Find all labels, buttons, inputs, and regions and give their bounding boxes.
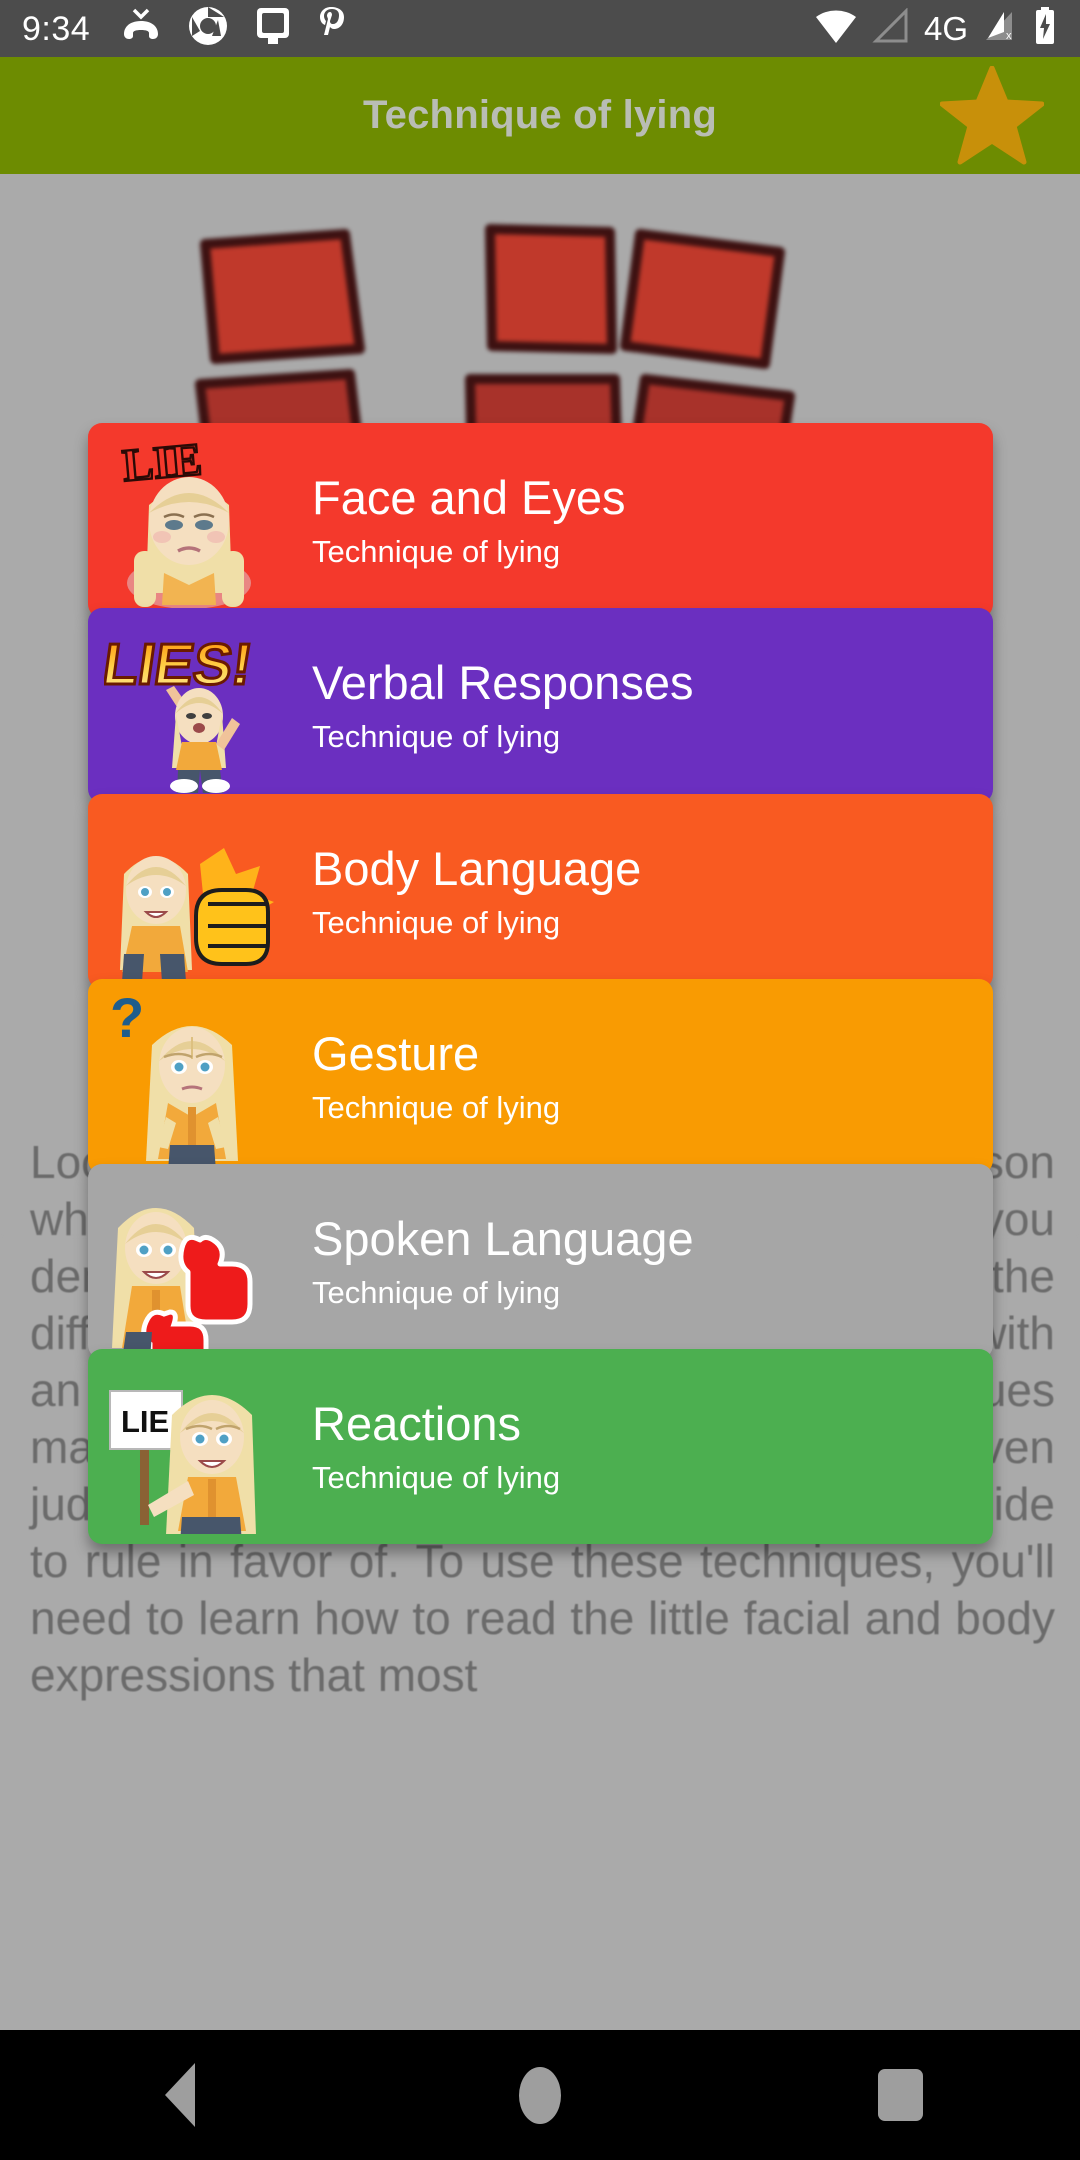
list-item-subtitle: Technique of lying bbox=[312, 718, 561, 754]
back-icon[interactable] bbox=[120, 2045, 240, 2145]
list-item-texts: Reactions Technique of lying bbox=[312, 1396, 561, 1495]
cast-screen-icon bbox=[254, 6, 292, 51]
battery-charging-icon bbox=[1032, 6, 1058, 51]
list-item-reactions[interactable]: LIE Reactions Technique of lying bbox=[88, 1349, 993, 1544]
page-title: Technique of lying bbox=[363, 93, 717, 137]
list-item-title: Body Language bbox=[312, 841, 642, 895]
list-item-subtitle: Technique of lying bbox=[312, 1274, 561, 1310]
content-area: Looking at the facial expressions of a p… bbox=[0, 174, 1080, 2030]
list-item-title: Gesture bbox=[312, 1026, 480, 1080]
list-item-title: Verbal Responses bbox=[312, 655, 694, 709]
recents-icon[interactable] bbox=[840, 2045, 960, 2145]
list-item-subtitle: Technique of lying bbox=[312, 533, 561, 569]
list-item-spoken-language[interactable]: Spoken Language Technique of lying bbox=[88, 1164, 993, 1359]
svg-text:?: ? bbox=[110, 989, 144, 1049]
lie-sign-avatar-icon: LIE bbox=[104, 1359, 274, 1543]
list-item-title: Spoken Language bbox=[312, 1211, 694, 1265]
status-bar-system-icons: 4G x bbox=[814, 6, 1058, 51]
signal-no-sim-icon: x bbox=[982, 8, 1018, 49]
status-bar-notification-icons bbox=[120, 5, 348, 52]
signal-triangle-icon bbox=[872, 7, 910, 49]
fist-bump-avatar-icon bbox=[104, 804, 274, 982]
lie-face-avatar-icon: LIE bbox=[104, 432, 274, 609]
wifi-icon bbox=[814, 8, 858, 49]
list-item-title: Reactions bbox=[312, 1396, 521, 1450]
chrome-icon bbox=[188, 6, 228, 51]
star-icon[interactable] bbox=[939, 65, 1045, 166]
list-item-gesture[interactable]: ? Gesture Technique of lying bbox=[88, 979, 993, 1174]
network-type-label: 4G bbox=[923, 10, 968, 47]
list-item-texts: Gesture Technique of lying bbox=[312, 1026, 561, 1125]
home-icon[interactable] bbox=[480, 2045, 600, 2145]
list-item-body-language[interactable]: Body Language Technique of lying bbox=[88, 794, 993, 989]
svg-text:LIES!: LIES! bbox=[104, 632, 256, 697]
svg-text:x: x bbox=[1006, 30, 1012, 42]
list-item-texts: Body Language Technique of lying bbox=[312, 841, 642, 940]
list-item-subtitle: Technique of lying bbox=[312, 904, 561, 940]
list-item-texts: Verbal Responses Technique of lying bbox=[312, 655, 694, 754]
pinterest-icon bbox=[318, 5, 348, 52]
list-item-verbal-responses[interactable]: LIES! Verbal Responses Technique of lyin… bbox=[88, 608, 993, 803]
missed-call-icon bbox=[120, 8, 162, 49]
svg-text:LIE: LIE bbox=[121, 1404, 169, 1439]
list-item-texts: Face and Eyes Technique of lying bbox=[312, 470, 626, 569]
app-bar: Technique of lying bbox=[0, 57, 1080, 174]
list-item-face-and-eyes[interactable]: LIE Face and Eyes Technique of lying bbox=[88, 423, 993, 618]
android-navigation-bar bbox=[0, 2030, 1080, 2160]
phone-screen: 9:34 4G x Technique of lying when you th… bbox=[0, 0, 1080, 2160]
foam-finger-avatar-icon bbox=[104, 1174, 274, 1359]
status-bar-clock: 9:34 bbox=[22, 9, 91, 48]
status-bar: 9:34 4G x bbox=[0, 0, 1080, 57]
list-item-subtitle: Technique of lying bbox=[312, 1459, 561, 1495]
list-item-texts: Spoken Language Technique of lying bbox=[312, 1211, 694, 1310]
list-item-subtitle: Technique of lying bbox=[312, 1089, 561, 1125]
list-item-title: Face and Eyes bbox=[312, 470, 626, 524]
lies-shouting-avatar-icon: LIES! bbox=[97, 618, 274, 803]
question-mark-avatar-icon: ? bbox=[104, 986, 274, 1171]
